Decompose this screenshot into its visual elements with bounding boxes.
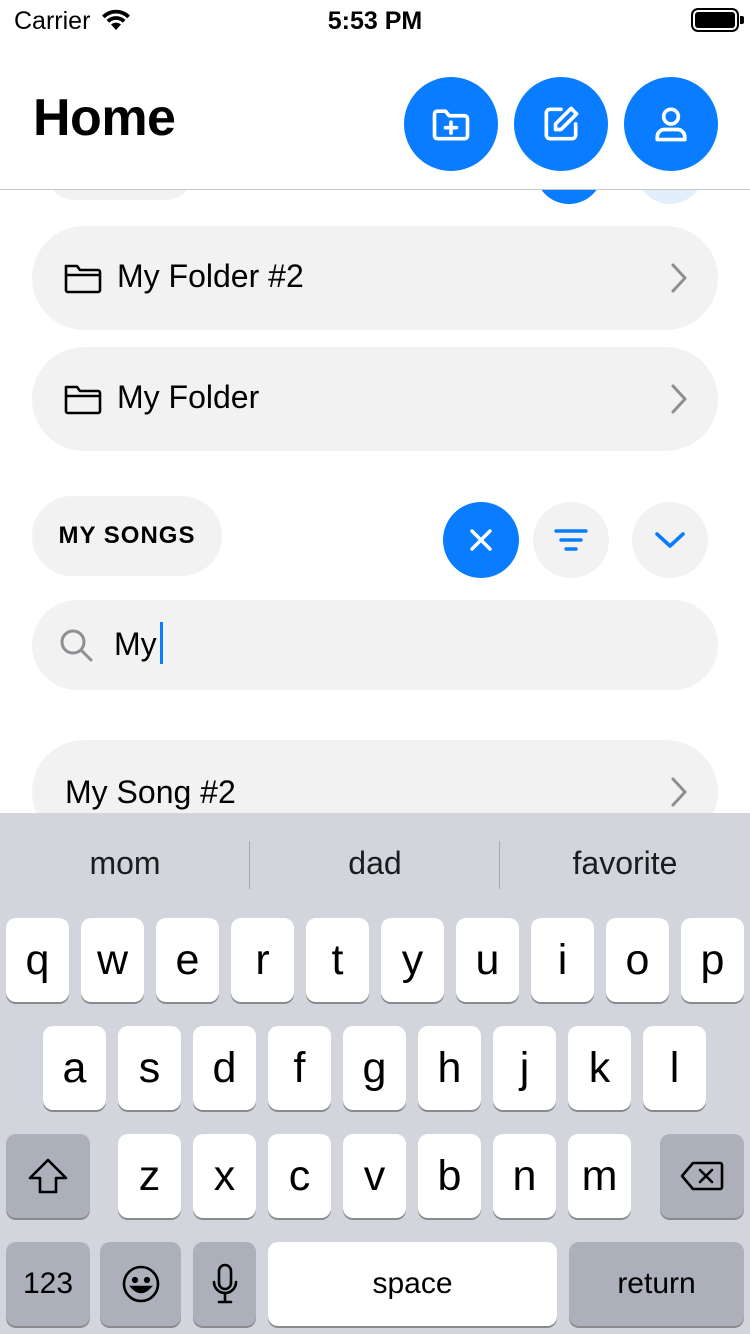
- status-time: 5:53 PM: [327, 7, 423, 35]
- clear-search-button[interactable]: [443, 502, 519, 578]
- folder-name: My Folder: [117, 379, 260, 415]
- dictation-key[interactable]: [193, 1242, 256, 1326]
- folder-icon: [64, 264, 102, 294]
- key-d[interactable]: d: [193, 1026, 256, 1110]
- filter-icon: [554, 529, 588, 551]
- key-c[interactable]: c: [268, 1134, 331, 1218]
- space-key[interactable]: space: [268, 1242, 557, 1326]
- key-k[interactable]: k: [568, 1026, 631, 1110]
- suggestion-item[interactable]: mom: [0, 813, 250, 913]
- folder-row[interactable]: My Folder: [32, 347, 718, 451]
- key-h[interactable]: h: [418, 1026, 481, 1110]
- key-e[interactable]: e: [156, 918, 219, 1002]
- key-p[interactable]: p: [681, 918, 744, 1002]
- folder-row[interactable]: My Folder #2: [32, 226, 718, 330]
- chevron-down-icon: [655, 532, 685, 548]
- numbers-key[interactable]: 123: [6, 1242, 90, 1326]
- header-divider: [0, 189, 750, 190]
- key-z[interactable]: z: [118, 1134, 181, 1218]
- chevron-right-icon: [671, 777, 687, 807]
- key-s[interactable]: s: [118, 1026, 181, 1110]
- key-n[interactable]: n: [493, 1134, 556, 1218]
- key-o[interactable]: o: [606, 918, 669, 1002]
- key-g[interactable]: g: [343, 1026, 406, 1110]
- key-a[interactable]: a: [43, 1026, 106, 1110]
- collapse-button[interactable]: [632, 502, 708, 578]
- shift-key[interactable]: [6, 1134, 90, 1218]
- chevron-right-icon: [671, 384, 687, 414]
- predictive-bar: mom dad favorite: [0, 813, 750, 913]
- key-u[interactable]: u: [456, 918, 519, 1002]
- folder-icon: [64, 385, 102, 415]
- return-key[interactable]: return: [569, 1242, 744, 1326]
- new-folder-button[interactable]: [404, 77, 498, 171]
- search-value: My: [114, 626, 157, 662]
- edit-icon: [544, 106, 579, 141]
- key-r[interactable]: r: [231, 918, 294, 1002]
- delete-key[interactable]: [660, 1134, 744, 1218]
- edit-button[interactable]: [514, 77, 608, 171]
- emoji-key[interactable]: [100, 1242, 181, 1326]
- new-folder-icon: [432, 109, 470, 141]
- search-field-text: My: [114, 621, 163, 664]
- battery-icon: [691, 8, 744, 32]
- key-x[interactable]: x: [193, 1134, 256, 1218]
- chevron-right-icon: [671, 263, 687, 293]
- search-input[interactable]: My: [32, 600, 718, 690]
- microphone-icon: [212, 1263, 237, 1304]
- close-icon: [470, 529, 492, 551]
- status-bar: Carrier 5:53 PM: [0, 0, 750, 42]
- song-name: My Song #2: [65, 774, 236, 810]
- key-q[interactable]: q: [6, 918, 69, 1002]
- key-w[interactable]: w: [81, 918, 144, 1002]
- emoji-icon: [122, 1265, 159, 1303]
- key-v[interactable]: v: [343, 1134, 406, 1218]
- suggestion-item[interactable]: favorite: [500, 813, 750, 913]
- filter-button[interactable]: [533, 502, 609, 578]
- suggestion-item[interactable]: dad: [250, 813, 500, 913]
- search-icon: [60, 629, 93, 662]
- shift-icon: [28, 1158, 68, 1194]
- profile-icon: [655, 107, 687, 142]
- key-m[interactable]: m: [568, 1134, 631, 1218]
- key-i[interactable]: i: [531, 918, 594, 1002]
- navigation-header: Home: [0, 42, 750, 190]
- key-f[interactable]: f: [268, 1026, 331, 1110]
- key-l[interactable]: l: [643, 1026, 706, 1110]
- backspace-icon: [680, 1161, 724, 1191]
- section-title-my-songs: MY SONGS: [32, 496, 222, 576]
- key-t[interactable]: t: [306, 918, 369, 1002]
- key-j[interactable]: j: [493, 1026, 556, 1110]
- software-keyboard: mom dad favorite q w e r t y u i o p a s…: [0, 813, 750, 1334]
- key-b[interactable]: b: [418, 1134, 481, 1218]
- profile-button[interactable]: [624, 77, 718, 171]
- text-cursor: [159, 621, 163, 664]
- page-title: Home: [33, 89, 176, 147]
- folder-name: My Folder #2: [117, 258, 304, 294]
- key-y[interactable]: y: [381, 918, 444, 1002]
